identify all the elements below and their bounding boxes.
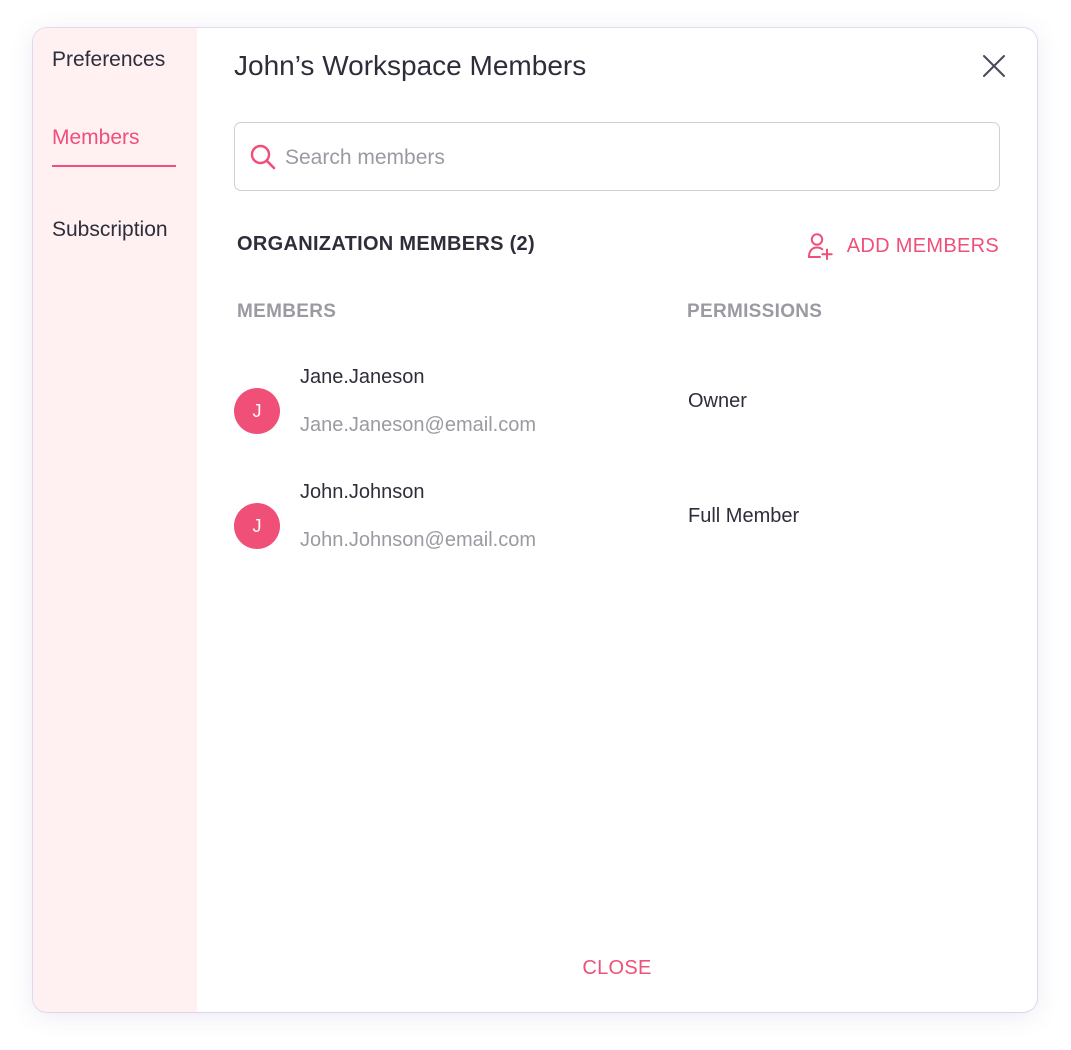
- add-members-label: ADD MEMBERS: [846, 234, 999, 257]
- member-email: John.Johnson@email.com: [300, 529, 536, 551]
- avatar: J: [234, 503, 280, 549]
- add-members-button[interactable]: ADD MEMBERS: [807, 231, 999, 261]
- member-name: Jane.Janeson: [300, 366, 425, 388]
- member-permission: Owner: [688, 390, 747, 412]
- dialog-title: John’s Workspace Members: [234, 50, 587, 81]
- section-title: ORGANIZATION MEMBERS (2): [237, 233, 535, 255]
- sidebar-item-preferences[interactable]: Preferences: [52, 48, 165, 72]
- close-icon[interactable]: [981, 53, 1007, 79]
- search-icon: [249, 143, 277, 171]
- close-button[interactable]: CLOSE: [197, 957, 1037, 980]
- search-box: [234, 122, 1000, 192]
- members-panel: John’s Workspace Members ORGANIZATION ME…: [197, 28, 1037, 1012]
- avatar: J: [234, 388, 280, 434]
- table-row[interactable]: J Jane.Janeson Jane.Janeson@email.com Ow…: [234, 366, 1000, 456]
- workspace-members-dialog: Preferences Members Subscription John’s …: [33, 28, 1037, 1012]
- column-header-permissions: PERMISSIONS: [687, 301, 823, 322]
- search-input[interactable]: [283, 123, 987, 192]
- active-tab-indicator: [52, 165, 176, 167]
- add-user-icon: [807, 233, 833, 260]
- member-email: Jane.Janeson@email.com: [300, 414, 536, 436]
- sidebar-item-members[interactable]: Members: [52, 126, 140, 150]
- table-row[interactable]: J John.Johnson John.Johnson@email.com Fu…: [234, 481, 1000, 571]
- column-header-members: MEMBERS: [237, 301, 337, 322]
- member-permission: Full Member: [688, 505, 800, 527]
- sidebar-item-subscription[interactable]: Subscription: [52, 218, 168, 242]
- settings-sidebar: Preferences Members Subscription: [33, 28, 197, 1012]
- member-name: John.Johnson: [300, 481, 425, 503]
